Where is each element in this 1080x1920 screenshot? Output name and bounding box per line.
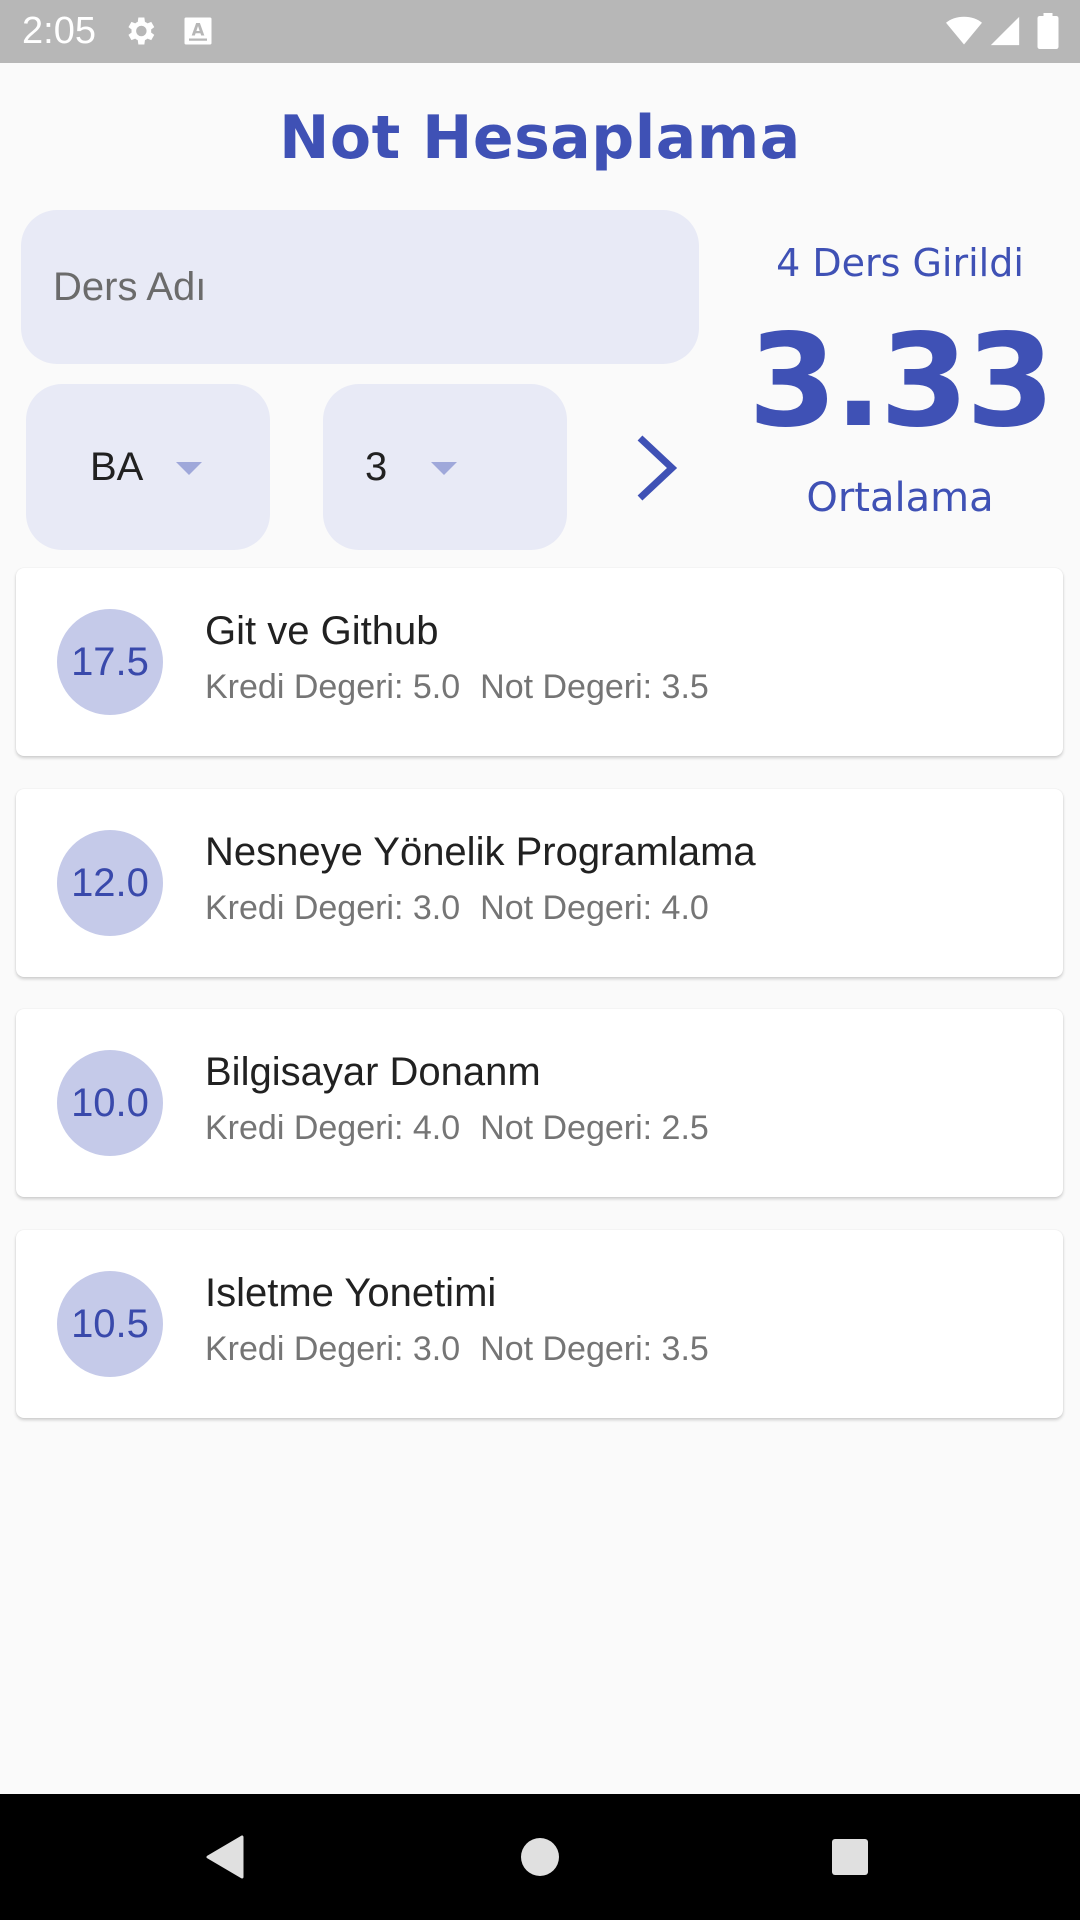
grade-value: Not Degeri: 2.5	[480, 1109, 709, 1147]
course-name: Git ve Github	[205, 609, 439, 653]
course-name-input[interactable]	[21, 210, 699, 364]
status-time: 2:05	[22, 10, 96, 52]
navigation-bar	[0, 1794, 1080, 1920]
grade-dropdown[interactable]: BA	[26, 384, 270, 550]
course-meta: Kredi Degeri: 5.0 Not Degeri: 3.5	[205, 665, 709, 709]
course-list-item[interactable]: 10.5 Isletme Yonetimi Kredi Degeri: 3.0 N…	[16, 1230, 1063, 1418]
credit-dropdown-value: 3	[365, 445, 388, 489]
credit-dropdown[interactable]: 3	[323, 384, 567, 550]
course-name: Isletme Yonetimi	[205, 1271, 497, 1315]
wifi-icon	[946, 16, 982, 45]
score-avatar: 17.5	[57, 609, 163, 715]
home-icon[interactable]	[512, 1829, 568, 1885]
credit-value: Kredi Degeri: 5.0	[205, 668, 461, 706]
grade-value: Not Degeri: 4.0	[480, 889, 709, 927]
keyboard-a-icon: A	[184, 17, 212, 45]
chevron-right-icon[interactable]	[622, 428, 692, 508]
battery-icon	[1037, 13, 1059, 49]
credit-value: Kredi Degeri: 4.0	[205, 1109, 461, 1147]
credit-value: Kredi Degeri: 3.0	[205, 889, 461, 927]
score-avatar: 10.5	[57, 1271, 163, 1377]
average-value: 3.33	[748, 307, 1055, 456]
course-meta: Kredi Degeri: 3.0 Not Degeri: 4.0	[205, 886, 709, 930]
course-meta: Kredi Degeri: 3.0 Not Degeri: 3.5	[205, 1327, 709, 1371]
caret-down-icon	[176, 462, 202, 475]
credit-value: Kredi Degeri: 3.0	[205, 1330, 461, 1368]
course-list-item[interactable]: 10.0 Bilgisayar Donanm Kredi Degeri: 4.0…	[16, 1009, 1063, 1197]
back-icon[interactable]	[198, 1829, 254, 1885]
grade-dropdown-value: BA	[90, 445, 144, 489]
course-list-item[interactable]: 17.5 Git ve Github Kredi Degeri: 5.0 Not …	[16, 568, 1063, 756]
grade-value: Not Degeri: 3.5	[480, 668, 709, 706]
average-label: Ortalama	[806, 475, 994, 521]
page-title: Not Hesaplama	[279, 103, 801, 173]
course-count-label: 4 Ders Girildi	[776, 241, 1024, 285]
score-avatar: 10.0	[57, 1050, 163, 1156]
gear-icon	[128, 17, 155, 45]
signal-icon	[990, 16, 1020, 46]
grade-value: Not Degeri: 3.5	[480, 1330, 709, 1368]
recents-icon[interactable]	[822, 1829, 878, 1885]
course-name: Nesneye Yönelik Programlama	[205, 830, 756, 874]
score-avatar: 12.0	[57, 830, 163, 936]
course-name: Bilgisayar Donanm	[205, 1050, 541, 1094]
course-meta: Kredi Degeri: 4.0 Not Degeri: 2.5	[205, 1106, 709, 1150]
caret-down-icon	[431, 462, 457, 475]
status-bar: 2:05 A	[0, 0, 1080, 63]
course-list-item[interactable]: 12.0 Nesneye Yönelik Programlama Kredi D…	[16, 789, 1063, 977]
svg-text:A: A	[192, 21, 205, 40]
